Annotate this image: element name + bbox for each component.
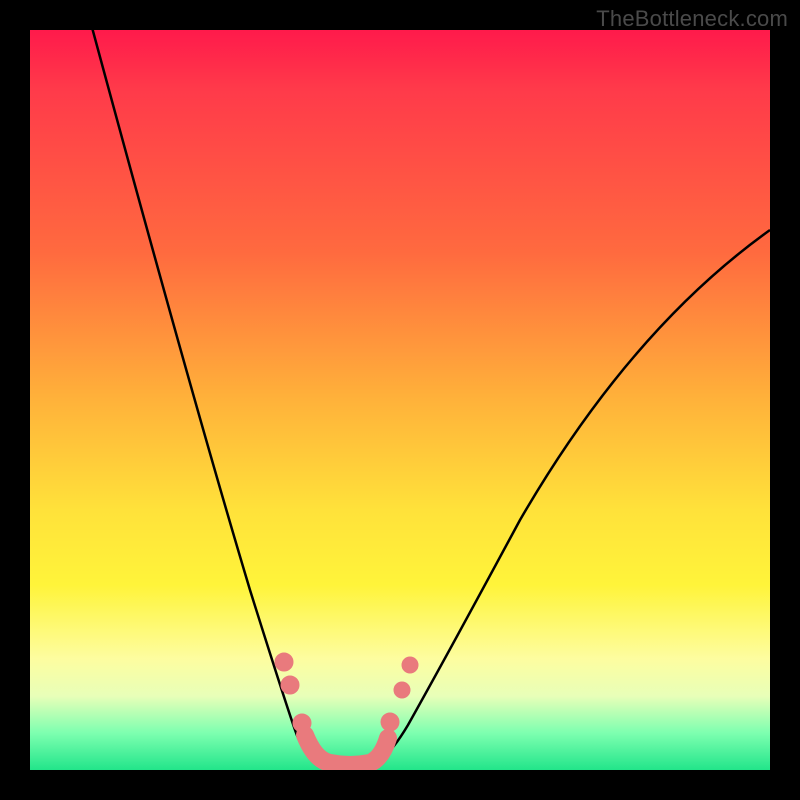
chart-svg xyxy=(30,30,770,770)
marker-left-1 xyxy=(275,653,293,671)
right-curve xyxy=(378,230,770,762)
highlight-markers xyxy=(275,653,418,765)
bottleneck-curves xyxy=(90,30,770,766)
marker-right-1 xyxy=(381,713,399,731)
chart-frame: TheBottleneck.com xyxy=(0,0,800,800)
valley-highlight xyxy=(305,735,388,765)
marker-left-2 xyxy=(281,676,299,694)
marker-right-3 xyxy=(402,657,418,673)
watermark-text: TheBottleneck.com xyxy=(596,6,788,32)
left-curve xyxy=(90,30,318,762)
marker-right-2 xyxy=(394,682,410,698)
